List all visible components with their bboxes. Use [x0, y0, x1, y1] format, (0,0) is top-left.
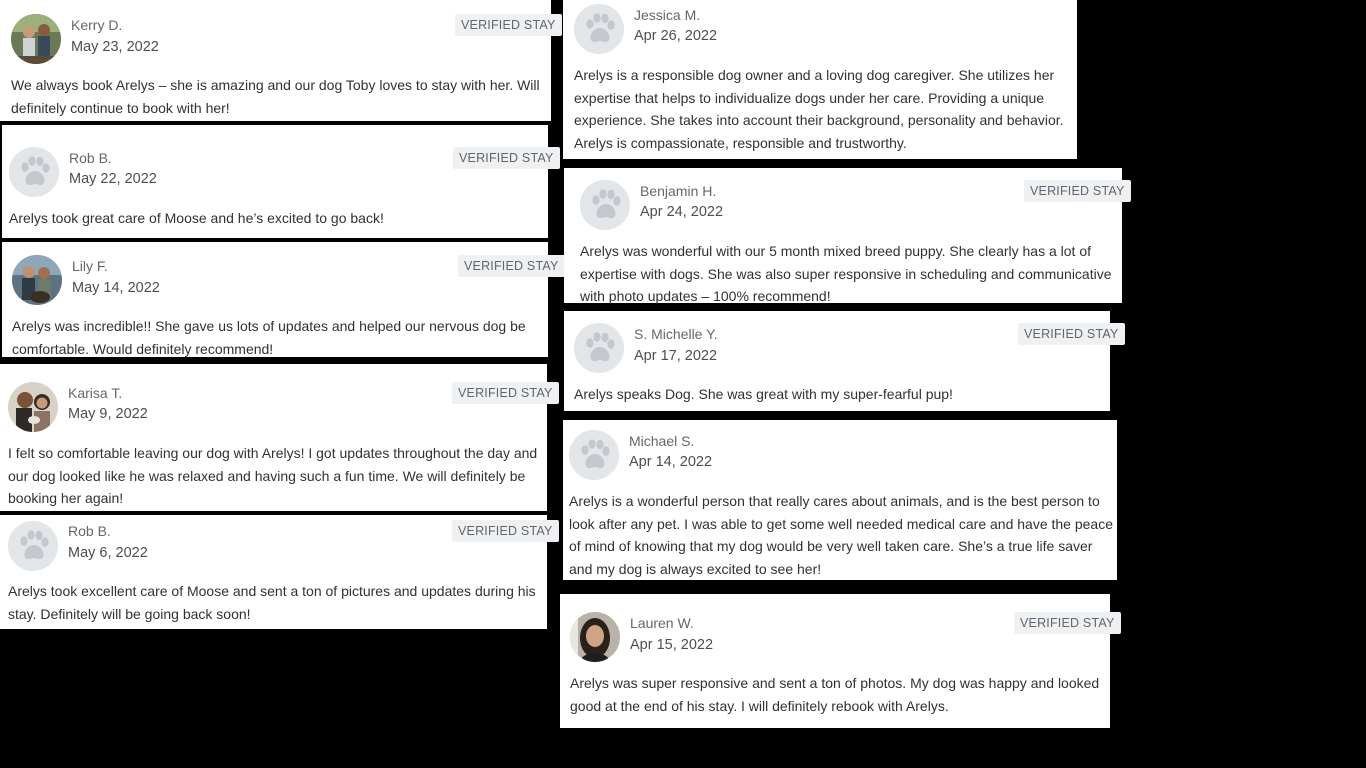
verified-stay-badge: VERIFIED STAY	[455, 14, 562, 36]
verified-stay-badge: VERIFIED STAY	[1014, 612, 1121, 634]
review-date: Apr 24, 2022	[640, 204, 724, 220]
reviewer-avatar	[570, 612, 620, 662]
review-text: Arelys is a responsible dog owner and a …	[574, 67, 1064, 151]
verified-stay-badge: VERIFIED STAY	[452, 520, 559, 542]
paw-icon	[574, 323, 624, 373]
review-text: Arelys was incredible!! She gave us lots…	[12, 318, 526, 357]
reviewer-name: Karisa T.	[68, 385, 123, 401]
reviewer-name: S. Michelle Y.	[634, 326, 718, 342]
review-card: Jessica M. Apr 26, 2022 Arelys is a resp…	[563, 0, 1077, 159]
paw-icon	[569, 430, 619, 480]
reviewer-name: Jessica M.	[634, 7, 701, 23]
review-text: We always book Arelys – she is amazing a…	[11, 77, 540, 116]
review-card: Karisa T. May 9, 2022 VERIFIED STAY I fe…	[0, 364, 559, 511]
reviewer-avatar	[11, 14, 61, 64]
review-text: Arelys was super responsive and sent a t…	[570, 675, 1100, 714]
review-card: Rob B. May 22, 2022 VERIFIED STAY Arelys…	[2, 125, 560, 238]
review-text: Arelys is a wonderful person that really…	[569, 493, 1114, 577]
review-card: Michael S. Apr 14, 2022 Arelys is a wond…	[563, 420, 1117, 580]
paw-icon	[574, 4, 624, 54]
verified-stay-badge: VERIFIED STAY	[458, 255, 565, 277]
reviewer-avatar	[8, 382, 58, 432]
review-date: Apr 17, 2022	[634, 348, 718, 364]
review-date: May 14, 2022	[72, 280, 160, 296]
review-date: May 6, 2022	[68, 545, 148, 561]
verified-stay-badge: VERIFIED STAY	[1018, 323, 1125, 345]
reviewer-name: Benjamin H.	[640, 183, 717, 199]
review-date: May 23, 2022	[71, 39, 159, 55]
paw-icon	[8, 521, 58, 571]
review-text: Arelys speaks Dog. She was great with my…	[574, 386, 953, 402]
reviewer-name: Michael S.	[629, 433, 695, 449]
review-date: May 9, 2022	[68, 406, 148, 422]
reviewer-name: Kerry D.	[71, 17, 123, 33]
reviewer-name: Rob B.	[68, 523, 111, 539]
review-date: Apr 26, 2022	[634, 28, 718, 44]
review-card: Lily F. May 14, 2022 VERIFIED STAY Arely…	[2, 242, 565, 357]
review-card: Rob B. May 6, 2022 VERIFIED STAY Arelys …	[0, 515, 559, 629]
verified-stay-badge: VERIFIED STAY	[453, 147, 560, 169]
verified-stay-badge: VERIFIED STAY	[1024, 180, 1131, 202]
paw-icon	[9, 147, 59, 197]
review-date: Apr 14, 2022	[629, 454, 713, 470]
review-card: Kerry D. May 23, 2022 VERIFIED STAY We a…	[0, 0, 562, 121]
verified-stay-badge: VERIFIED STAY	[452, 382, 559, 404]
review-card: Lauren W. Apr 15, 2022 VERIFIED STAY Are…	[560, 594, 1121, 728]
reviewer-avatar	[12, 255, 62, 305]
review-text: I felt so comfortable leaving our dog wi…	[8, 445, 538, 506]
review-card: Benjamin H. Apr 24, 2022 VERIFIED STAY A…	[564, 168, 1131, 304]
reviewer-name: Lauren W.	[630, 615, 694, 631]
review-text: Arelys took great care of Moose and he’s…	[9, 210, 384, 226]
reviewer-name: Rob B.	[69, 150, 112, 166]
reviewer-name: Lily F.	[72, 258, 108, 274]
review-text: Arelys took excellent care of Moose and …	[8, 583, 536, 622]
review-date: May 22, 2022	[69, 171, 157, 187]
review-card: S. Michelle Y. Apr 17, 2022 VERIFIED STA…	[564, 311, 1125, 411]
review-date: Apr 15, 2022	[630, 637, 714, 653]
paw-icon	[580, 180, 630, 230]
review-text: Arelys was wonderful with our 5 month mi…	[580, 243, 1112, 304]
